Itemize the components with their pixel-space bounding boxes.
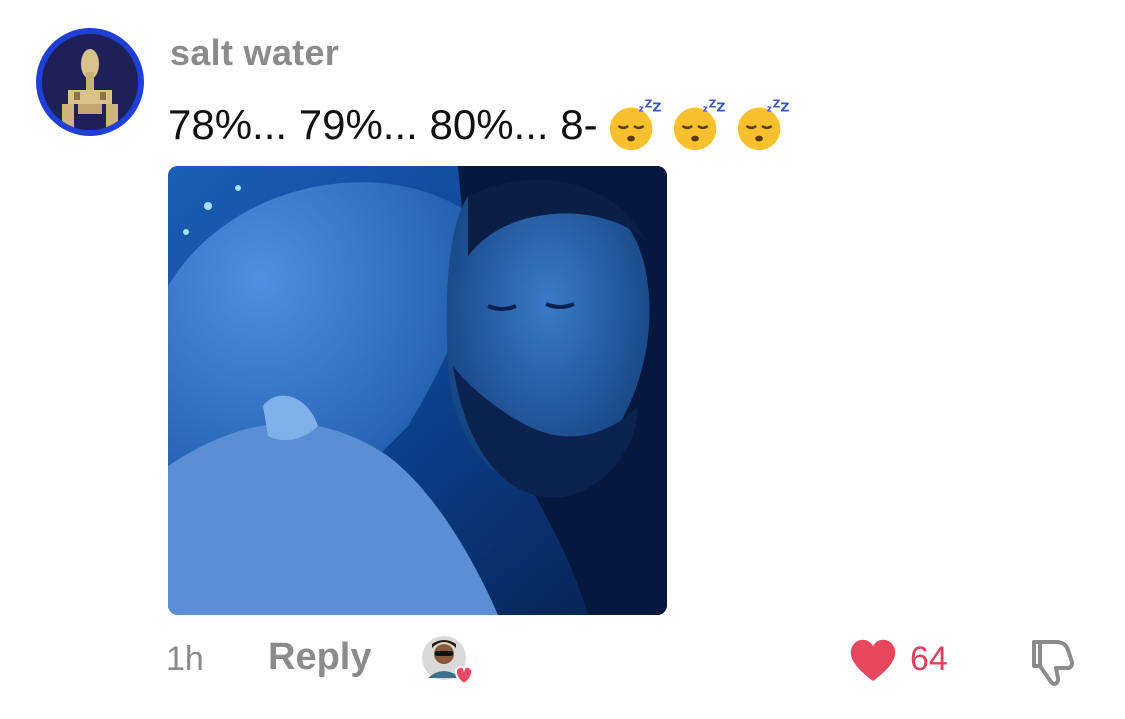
svg-text:z: z — [638, 104, 643, 114]
username[interactable]: salt water — [170, 32, 339, 74]
attached-image[interactable] — [168, 166, 667, 615]
svg-text:z: z — [702, 104, 707, 114]
comment-body: 78%... 79%... 80%... 8- — [168, 101, 598, 148]
timestamp: 1h — [166, 640, 204, 678]
avatar-image — [42, 34, 138, 130]
svg-text:Z: Z — [652, 99, 661, 114]
svg-text:Z: Z — [716, 99, 725, 114]
avatar[interactable] — [36, 28, 144, 136]
sleeping-face-icon: z Z Z — [668, 96, 726, 154]
sleeping-man-photo — [168, 166, 667, 615]
dislike-button[interactable] — [1022, 634, 1080, 688]
comment-text: 78%... 79%... 80%... 8- z Z Z z Z Z z Z … — [168, 96, 790, 154]
reply-button[interactable]: Reply — [268, 636, 371, 679]
heart-icon — [846, 634, 900, 684]
creator-liked-badge[interactable] — [420, 634, 480, 688]
heart-icon — [454, 665, 474, 686]
comment-card: salt water 78%... 79%... 80%... 8- z Z Z… — [0, 0, 1125, 719]
like-count: 64 — [910, 639, 948, 678]
sleeping-face-icon: z Z Z — [604, 96, 662, 154]
sleeping-face-icon: z Z Z — [732, 96, 790, 154]
thumbs-down-icon — [1032, 640, 1075, 686]
like-button[interactable]: 64 — [846, 634, 948, 684]
svg-text:z: z — [766, 104, 771, 114]
svg-text:Z: Z — [780, 99, 789, 114]
battle-droid-icon — [42, 34, 138, 130]
